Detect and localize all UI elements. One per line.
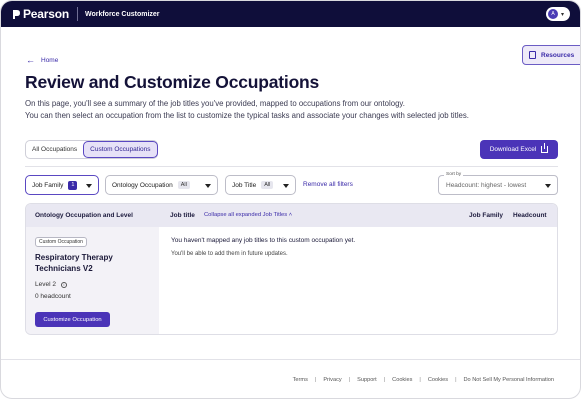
divider — [25, 166, 558, 167]
document-icon — [529, 51, 536, 59]
footer-link-do-not-sell[interactable]: Do Not Sell My Personal Information — [464, 377, 554, 383]
pearson-mark-icon — [13, 9, 20, 19]
app-window: Pearson Workforce Customizer A ▾ Resourc… — [0, 0, 581, 399]
filter-count-badge: 1 — [68, 180, 78, 190]
avatar: A — [548, 9, 558, 19]
chevron-down-icon — [545, 184, 551, 188]
brand-name: Pearson — [23, 7, 69, 21]
pearson-logo[interactable]: Pearson — [12, 7, 69, 21]
chevron-down-icon: ▾ — [561, 11, 565, 18]
column-header-job-title: Job title — [170, 212, 195, 219]
description-line-2: You can then select an occupation from t… — [25, 110, 469, 120]
occupations-table: Ontology Occupation and Level Job title … — [25, 203, 558, 335]
occupation-headcount: 0 headcount — [35, 293, 71, 300]
column-header-job-family: Job Family — [469, 212, 503, 219]
remove-all-filters-link[interactable]: Remove all filters — [303, 181, 353, 188]
footer-separator: | — [455, 377, 457, 383]
job-family-filter[interactable]: Job Family 1 — [25, 175, 99, 195]
product-name: Workforce Customizer — [84, 10, 160, 18]
empty-state-submessage: You'll be able to add them in future upd… — [171, 251, 288, 257]
job-title-filter-label: Job Title — [232, 181, 257, 189]
info-icon[interactable]: i — [60, 281, 67, 288]
footer-separator: | — [348, 377, 351, 383]
tab-custom-occupations[interactable]: Custom Occupations — [83, 141, 158, 158]
filter-value-badge: All — [177, 181, 190, 189]
sort-by-value: Headcount: highest - lowest — [446, 182, 527, 189]
footer-separator: | — [383, 377, 386, 383]
download-icon — [541, 143, 549, 153]
footer-divider — [1, 359, 580, 360]
footer-link-terms[interactable]: Terms — [293, 377, 308, 383]
footer-link-support[interactable]: Support — [357, 377, 377, 383]
occupation-cell: Custom Occupation Respiratory Therapy Te… — [26, 227, 159, 334]
footer-link-privacy[interactable]: Privacy — [323, 377, 341, 383]
page-description: On this page, you'll see a summary of th… — [25, 98, 555, 121]
level-label: Level 2 — [35, 281, 56, 288]
resources-button[interactable]: Resources — [522, 45, 580, 65]
job-title-filter[interactable]: Job Title All — [225, 175, 296, 195]
arrow-left-icon: ← — [26, 55, 35, 65]
customize-occupation-button[interactable]: Customize Occupation — [35, 312, 110, 327]
footer-separator: | — [314, 377, 317, 383]
user-menu-button[interactable]: A ▾ — [546, 7, 570, 21]
resources-label: Resources — [541, 51, 575, 59]
chevron-down-icon — [86, 184, 92, 188]
occupation-title: Respiratory Therapy Technicians V2 — [35, 253, 113, 273]
filter-value-badge: All — [261, 181, 274, 189]
occupation-tabs: All Occupations Custom Occupations — [25, 140, 158, 159]
occupation-level: Level 2 i — [35, 281, 67, 288]
download-excel-button[interactable]: Download Excel — [480, 140, 558, 159]
collapse-all-link[interactable]: Collapse all expanded Job Titles ˄ — [204, 212, 292, 218]
collapse-all-label: Collapse all expanded Job Titles — [204, 212, 288, 218]
chevron-down-icon — [205, 184, 211, 188]
top-nav-bar: Pearson Workforce Customizer A ▾ — [1, 1, 580, 27]
column-header-headcount: Headcount — [513, 212, 547, 219]
page-title: Review and Customize Occupations — [25, 72, 320, 92]
chevron-up-icon: ˄ — [288, 212, 293, 218]
job-family-filter-label: Job Family — [32, 181, 64, 189]
empty-state-message: You haven't mapped any job titles to thi… — [171, 237, 356, 244]
footer-separator: | — [419, 377, 421, 383]
home-link[interactable]: ← Home — [26, 56, 58, 65]
sort-by-select[interactable]: Sort by Headcount: highest - lowest — [438, 172, 558, 195]
tab-all-occupations[interactable]: All Occupations — [26, 141, 83, 158]
table-header: Ontology Occupation and Level Job title … — [26, 204, 557, 227]
download-label: Download Excel — [489, 146, 537, 153]
description-line-1: On this page, you'll see a summary of th… — [25, 99, 405, 108]
header-divider — [76, 7, 78, 21]
chevron-down-icon — [283, 184, 289, 188]
ontology-occupation-filter[interactable]: Ontology Occupation All — [105, 175, 218, 195]
footer-link-cookies[interactable]: Cookies — [392, 377, 412, 383]
sort-by-label: Sort by — [444, 172, 464, 177]
home-label: Home — [41, 57, 59, 64]
ontology-occupation-filter-label: Ontology Occupation — [112, 181, 173, 189]
footer-link-cookies-2[interactable]: Cookies — [428, 377, 448, 383]
custom-occupation-badge: Custom Occupation — [35, 237, 87, 247]
column-header-occupation: Ontology Occupation and Level — [35, 212, 133, 219]
footer-links: Terms | Privacy | Support | Cookies | Co… — [293, 377, 554, 383]
